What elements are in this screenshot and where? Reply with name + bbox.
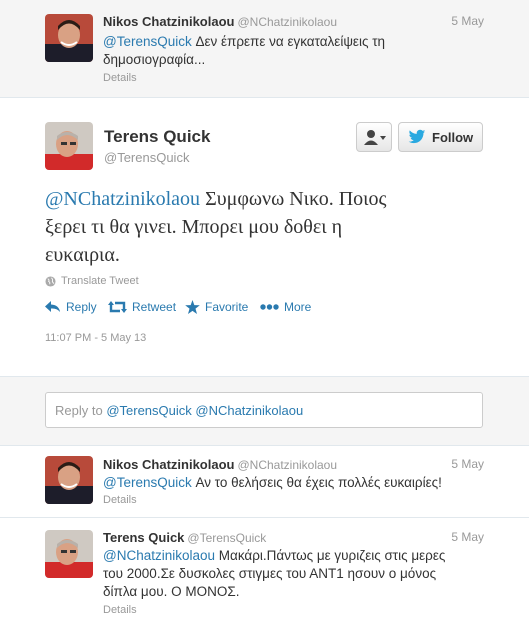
avatar-terens-image [45,122,93,170]
top-tweet[interactable]: Nikos Chatzinikolaou @NChatzinikolaou 5 M… [0,0,529,97]
details-link[interactable]: Details [103,494,137,506]
main-tweet-line3: ευκαιρια. [45,244,120,266]
star-icon [185,300,200,314]
avatar-nikos-image [45,14,93,62]
author-handle[interactable]: @TerensQuick [187,531,266,545]
reply-arrow-icon [45,301,60,312]
avatar-terens[interactable] [45,122,93,170]
user-dropdown-icon [364,130,386,145]
main-tweet-line2: ξερει τι θα γινει. Μπορει μου δοθει η [45,216,343,238]
tweet-timestamp[interactable]: 11:07 PM - 5 May 13 [45,332,146,344]
favorite-label: Favorite [205,300,249,314]
tweet-date[interactable]: 5 May [451,14,484,28]
tweet-date[interactable]: 5 May [451,457,484,471]
author-name[interactable]: Terens Quick [103,530,184,545]
reply-mentions: @TerensQuick @NChatzinikolaou [106,403,304,418]
reply-tweet[interactable]: Terens Quick @TerensQuick 5 May @NChatzin… [0,518,529,625]
main-tweet-line1: Συμφωνω Νικο. Ποιος [200,188,387,210]
user-actions-button[interactable] [356,122,392,152]
tweet-text-line1: Δεν έπρεπε να εγκαταλείψεις τη [191,34,386,49]
twitter-bird-icon [408,129,426,144]
tweet-text-line2: του 2000.Σε δυσκολες στιγμες του ΑΝΤ1 ησ… [103,566,437,581]
avatar-terens-image [45,530,93,578]
favorite-action[interactable]: Favorite [185,300,248,314]
dots-icon [260,304,279,310]
follow-button[interactable]: Follow [398,122,483,152]
follow-label: Follow [432,129,474,145]
reply-label: Reply [66,300,97,314]
author-name[interactable]: Terens Quick [104,127,210,147]
globe-icon [45,275,56,287]
tweet-date[interactable]: 5 May [451,530,484,544]
tweet-text: @NChatzinikolaou Μακάρι.Πάντως με γυριζε… [103,547,445,601]
reply-action[interactable]: Reply [45,300,97,314]
avatar-nikos-image [45,456,93,504]
divider [0,97,529,98]
avatar-terens[interactable] [45,530,93,578]
details-link[interactable]: Details [103,604,137,616]
tweet-text-line1: Μακάρι.Πάντως με γυριζεις στις μερες [215,548,446,563]
author-handle[interactable]: @TerensQuick [104,150,189,165]
translate-label: Translate Tweet [61,275,139,287]
tweet-text: @TerensQuick Αν το θελήσεις θα έχεις πολ… [103,474,442,492]
author-handle[interactable]: @NChatzinikolaou [237,458,337,472]
translate-tweet[interactable]: Translate Tweet [45,275,139,287]
main-tweet-text: @NChatzinikolaou Συμφωνω Νικο. Ποιος ξερ… [45,185,386,269]
mention-link[interactable]: @NChatzinikolaou [103,548,215,563]
retweet-label: Retweet [132,300,177,314]
more-action[interactable]: More [260,300,311,314]
retweet-icon [108,301,127,313]
tweet-actions: Reply Retweet Favorite More [45,300,345,316]
author-name[interactable]: Nikos Chatzinikolaou [103,457,234,472]
details-link[interactable]: Details [103,72,137,84]
avatar-nikos[interactable] [45,14,93,62]
mention-link[interactable]: @NChatzinikolaou [45,188,200,210]
mention-link[interactable]: @TerensQuick [103,475,192,490]
mention-link[interactable]: @TerensQuick [103,34,192,49]
author-name[interactable]: Nikos Chatzinikolaou [103,14,234,29]
tweet-text-line2: δημοσιογραφία... [103,52,206,67]
reply-input[interactable]: Reply to @TerensQuick @NChatzinikolaou [45,392,483,428]
reply-tweet[interactable]: Nikos Chatzinikolaou @NChatzinikolaou 5 M… [0,446,529,516]
avatar-nikos[interactable] [45,456,93,504]
author-handle[interactable]: @NChatzinikolaou [237,15,337,29]
tweet-text-body: Αν το θελήσεις θα έχεις πολλές ευκαιρίες… [191,475,442,490]
more-label: More [284,300,312,314]
reply-prefix: Reply to [55,403,107,418]
retweet-action[interactable]: Retweet [108,300,176,314]
tweet-text: @TerensQuick Δεν έπρεπε να εγκαταλείψεις… [103,33,385,69]
tweet-text-line3: δίπλα μου. Ο ΜΟΝΟΣ. [103,584,240,599]
